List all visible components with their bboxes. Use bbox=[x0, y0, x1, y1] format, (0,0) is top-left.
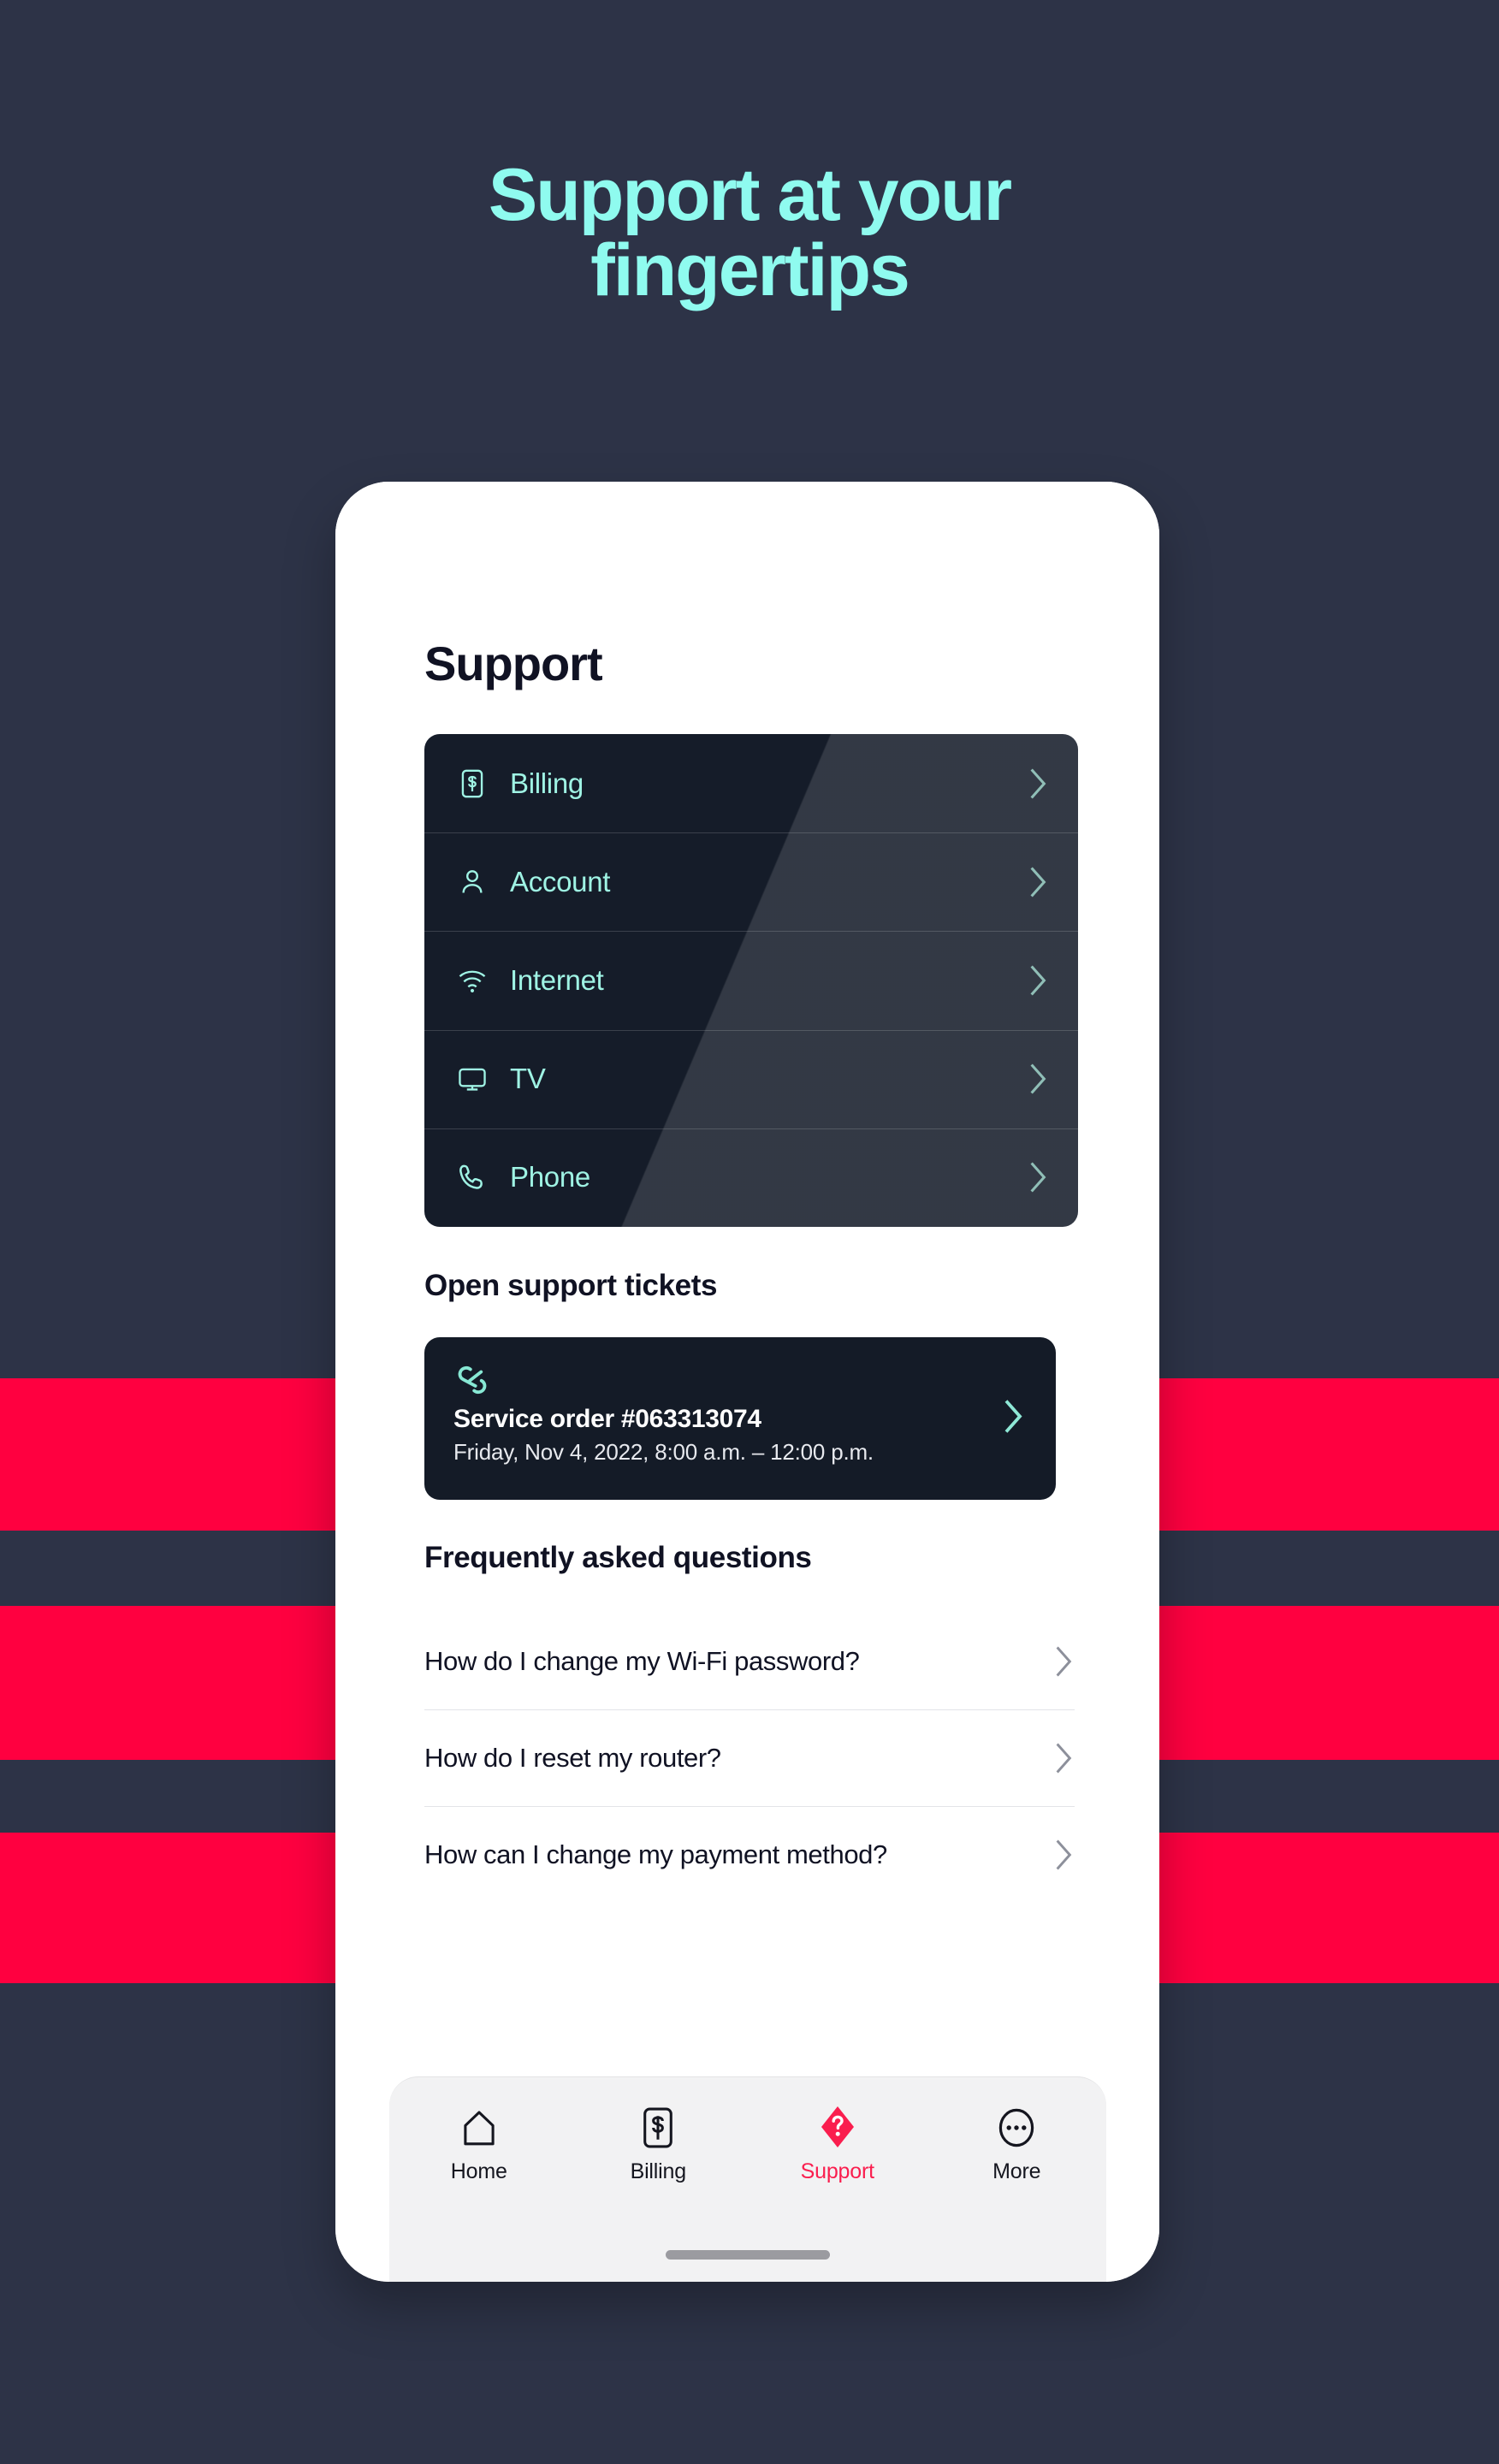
chevron-right-icon bbox=[1052, 1739, 1075, 1777]
nav-item-more[interactable]: More bbox=[927, 2101, 1107, 2184]
home-indicator[interactable] bbox=[666, 2250, 830, 2260]
category-item-tv[interactable]: TV bbox=[424, 1029, 1078, 1128]
support-category-list: Billing Account Internet TV Phone bbox=[424, 734, 1078, 1227]
bill-dollar-icon bbox=[453, 765, 491, 803]
more-dots-icon bbox=[996, 2101, 1037, 2149]
category-label: Account bbox=[510, 865, 611, 897]
nav-label: More bbox=[992, 2159, 1041, 2183]
chevron-right-icon bbox=[1027, 1158, 1049, 1196]
faq-item[interactable]: How do I reset my router? bbox=[424, 1709, 1075, 1806]
nav-item-support[interactable]: Support bbox=[748, 2101, 927, 2184]
phone-icon bbox=[453, 1158, 491, 1196]
service-wrench-icon bbox=[453, 1365, 491, 1402]
faq-list: How do I change my Wi-Fi password? How d… bbox=[424, 1613, 1075, 1903]
help-diamond-icon bbox=[817, 2101, 858, 2149]
bill-dollar-icon bbox=[640, 2101, 676, 2149]
bottom-navigation-bar: Home Billing Support More bbox=[389, 2076, 1106, 2282]
ticket-card[interactable]: Service order #063313074 Friday, Nov 4, … bbox=[424, 1337, 1056, 1500]
nav-item-billing[interactable]: Billing bbox=[569, 2101, 749, 2184]
wifi-icon bbox=[453, 962, 491, 999]
category-label: TV bbox=[510, 1063, 546, 1095]
nav-item-home[interactable]: Home bbox=[389, 2101, 569, 2184]
category-item-billing[interactable]: Billing bbox=[424, 734, 1078, 832]
faq-question: How can I change my payment method? bbox=[424, 1839, 887, 1869]
phone-mockup: Support Billing Account Internet TV Phon… bbox=[335, 482, 1159, 2282]
faq-question: How do I change my Wi-Fi password? bbox=[424, 1645, 860, 1676]
phone-screen: Support Billing Account Internet TV Phon… bbox=[335, 482, 1159, 2282]
category-label: Phone bbox=[510, 1161, 590, 1194]
faq-item[interactable]: How can I change my payment method? bbox=[424, 1806, 1075, 1903]
category-item-internet[interactable]: Internet bbox=[424, 931, 1078, 1029]
nav-label: Home bbox=[450, 2159, 507, 2183]
category-label: Billing bbox=[510, 767, 584, 799]
chevron-right-icon bbox=[1027, 765, 1049, 803]
chevron-right-icon bbox=[1052, 1643, 1075, 1680]
page-title: Support bbox=[424, 637, 603, 690]
monitor-icon bbox=[453, 1060, 491, 1098]
hero-heading: Support at your fingertips bbox=[0, 154, 1499, 311]
category-item-account[interactable]: Account bbox=[424, 832, 1078, 931]
chevron-right-icon bbox=[1052, 1836, 1075, 1874]
faq-question: How do I reset my router? bbox=[424, 1742, 721, 1773]
section-title-tickets: Open support tickets bbox=[424, 1269, 718, 1302]
chevron-right-icon bbox=[1001, 1396, 1025, 1442]
chevron-right-icon bbox=[1027, 863, 1049, 901]
hero-line-2: fingertips bbox=[590, 228, 910, 311]
person-icon bbox=[453, 863, 491, 901]
nav-label: Billing bbox=[630, 2159, 687, 2183]
category-label: Internet bbox=[510, 963, 604, 996]
faq-item[interactable]: How do I change my Wi-Fi password? bbox=[424, 1613, 1075, 1709]
chevron-right-icon bbox=[1027, 1060, 1049, 1098]
chevron-right-icon bbox=[1027, 962, 1049, 999]
ticket-title: Service order #063313074 bbox=[453, 1405, 761, 1433]
home-icon bbox=[459, 2101, 499, 2149]
hero-line-1: Support at your bbox=[488, 154, 1012, 236]
category-item-phone[interactable]: Phone bbox=[424, 1128, 1078, 1227]
section-title-faq: Frequently asked questions bbox=[424, 1541, 812, 1574]
nav-label: Support bbox=[800, 2159, 874, 2183]
ticket-subtitle: Friday, Nov 4, 2022, 8:00 a.m. – 12:00 p… bbox=[453, 1439, 874, 1465]
